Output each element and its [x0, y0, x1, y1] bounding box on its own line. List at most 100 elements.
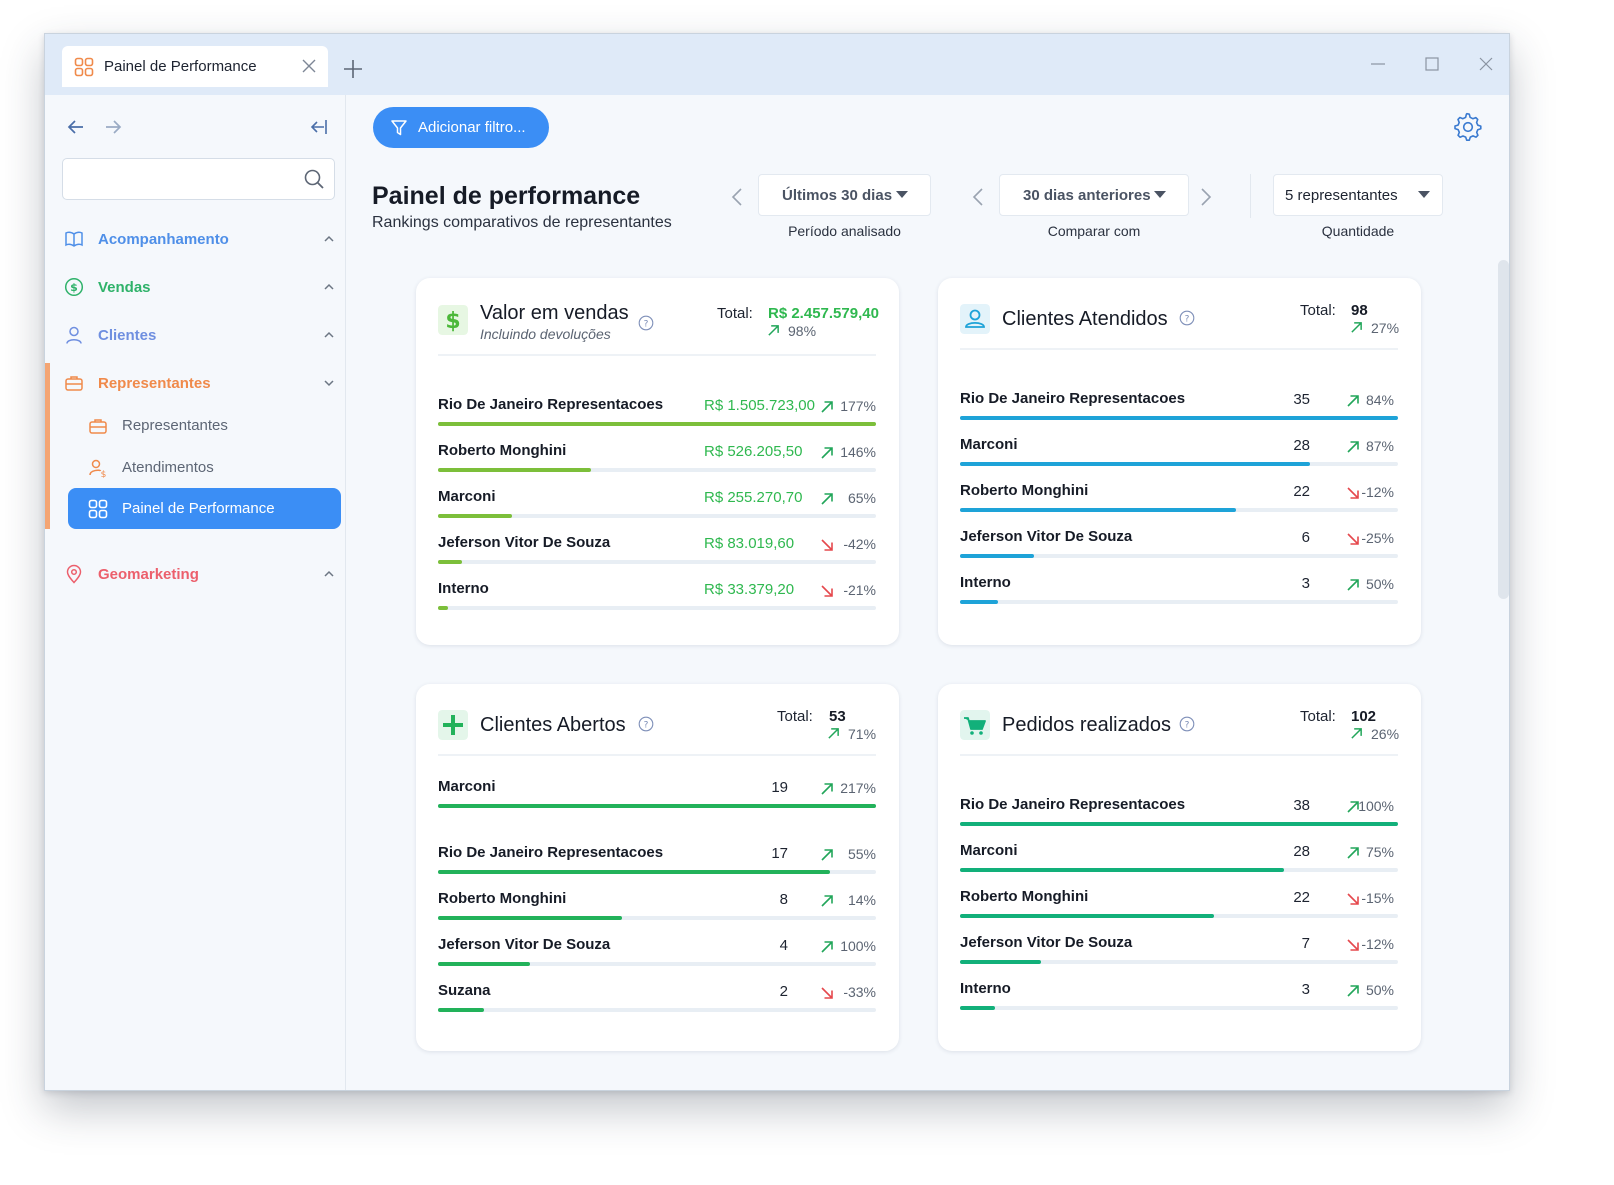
sidebar-subitem-label: Representantes — [122, 417, 228, 434]
card-title: Valor em vendas — [480, 302, 629, 324]
rep-value: 4 — [779, 937, 788, 954]
trend-up-icon — [821, 447, 833, 459]
chevron-up-icon — [324, 235, 334, 242]
collapse-sidebar-icon[interactable] — [308, 117, 328, 137]
vertical-scrollbar[interactable] — [1498, 260, 1509, 599]
title-bar: Painel de Performance — [45, 34, 1509, 95]
sidebar-item-vendas[interactable]: $ Vendas — [45, 267, 346, 307]
rep-value: 22 — [1293, 889, 1310, 906]
help-icon[interactable]: ? — [638, 716, 654, 732]
search-input[interactable] — [63, 159, 283, 199]
svg-text:?: ? — [644, 320, 649, 330]
close-icon[interactable] — [300, 57, 318, 75]
search-icon[interactable] — [303, 168, 325, 190]
sidebar-item-representantes[interactable]: Representantes — [45, 363, 346, 403]
maximize-icon[interactable] — [1422, 54, 1442, 74]
tab-painel-de-performance[interactable]: Painel de Performance — [62, 46, 328, 87]
sidebar-subitem-representantes[interactable]: Representantes — [68, 405, 341, 446]
rep-percent: -42% — [843, 536, 876, 552]
card-title: Pedidos realizados — [1002, 714, 1171, 736]
rep-percent: 177% — [840, 398, 876, 414]
rep-value: 28 — [1293, 843, 1310, 860]
back-arrow-icon[interactable] — [66, 117, 86, 137]
sidebar-item-label: Geomarketing — [98, 565, 199, 583]
quantity-label: Quantidade — [1321, 223, 1395, 239]
progress-fill — [438, 804, 876, 808]
ranking-row: Suzana 2 -33% — [438, 972, 876, 1012]
forward-arrow-icon[interactable] — [103, 117, 123, 137]
gear-icon[interactable] — [1453, 112, 1483, 142]
help-icon[interactable]: ? — [638, 315, 654, 331]
rep-name: Jeferson Vitor De Souza — [960, 528, 1133, 545]
ranking-row: Jeferson Vitor De Souza 7 -12% — [960, 924, 1398, 964]
help-icon[interactable]: ? — [1179, 716, 1195, 732]
trend-up-icon — [1347, 579, 1359, 591]
period-label: Período analisado — [788, 223, 901, 239]
ranking-row: Roberto Monghini 8 14% — [438, 880, 876, 920]
search-field[interactable] — [62, 158, 335, 200]
progress-fill — [960, 416, 1398, 420]
progress-track — [438, 870, 876, 874]
rep-value: 19 — [771, 779, 788, 796]
compare-next-icon[interactable] — [1198, 186, 1214, 208]
tab-title: Painel de Performance — [104, 58, 257, 75]
period-select[interactable]: Últimos 30 dias — [758, 174, 931, 216]
rep-percent: 50% — [1365, 982, 1394, 998]
rep-percent: 65% — [847, 490, 876, 506]
trend-up-icon — [821, 941, 833, 953]
period-previous-icon[interactable] — [729, 186, 745, 208]
svg-text:$: $ — [101, 470, 107, 478]
progress-fill — [960, 508, 1236, 512]
sidebar-item-geomarketing[interactable]: Geomarketing — [45, 554, 346, 594]
rep-name: Rio De Janeiro Representacoes — [438, 844, 664, 861]
sidebar-subitem-label: Painel de Performance — [122, 500, 275, 517]
window-close-icon[interactable] — [1476, 54, 1496, 74]
controls-divider — [1250, 174, 1251, 218]
compare-previous-icon[interactable] — [970, 186, 986, 208]
new-tab-plus-icon[interactable] — [342, 58, 364, 80]
quantity-select[interactable]: 5 representantes — [1273, 174, 1443, 216]
user-icon — [66, 326, 82, 344]
sidebar-subitem-painel-de-performance[interactable]: Painel de Performance — [68, 488, 341, 529]
rep-value: R$ 1.505.723,00 — [704, 397, 815, 414]
minimize-icon[interactable] — [1368, 54, 1388, 74]
help-icon[interactable]: ? — [1179, 310, 1195, 326]
rep-percent: 100% — [840, 938, 876, 954]
trend-up-icon — [1351, 728, 1362, 739]
progress-track — [960, 822, 1398, 826]
ranking-row: Rio De Janeiro Representacoes 38 100% — [960, 766, 1398, 826]
sidebar: Acompanhamento $ Vendas Clientes Represe… — [45, 95, 346, 1090]
sidebar-item-acompanhamento[interactable]: Acompanhamento — [45, 219, 346, 259]
trend-up-icon — [821, 783, 833, 795]
rep-percent: 100% — [1358, 798, 1394, 814]
svg-text:$: $ — [445, 309, 460, 334]
rep-percent: -21% — [843, 582, 876, 598]
progress-fill — [438, 514, 513, 518]
progress-track — [438, 514, 876, 518]
rep-value: R$ 83.019,60 — [704, 535, 795, 552]
card-subtitle: Incluindo devoluções — [480, 326, 611, 342]
rep-value: 7 — [1301, 935, 1310, 952]
user-card-icon — [960, 304, 990, 334]
rep-name: Interno — [438, 580, 489, 597]
ranking-row: Roberto Monghini R$ 526.205,50 146% — [438, 432, 876, 472]
card-title: Clientes Abertos — [480, 714, 626, 736]
trend-up-icon — [821, 401, 833, 413]
sidebar-item-label: Representantes — [98, 374, 211, 392]
rep-name: Roberto Monghini — [438, 442, 567, 459]
total-label: Total: — [1300, 708, 1336, 725]
trend-down-icon — [1347, 939, 1359, 951]
total-percent: 26% — [1371, 726, 1400, 742]
ranking-row: Rio De Janeiro Representacoes 17 55% — [438, 814, 876, 874]
rep-percent: 146% — [840, 444, 876, 460]
add-filter-button[interactable]: Adicionar filtro... — [373, 107, 549, 148]
sidebar-subitem-atendimentos[interactable]: $ Atendimentos — [68, 447, 341, 488]
sidebar-item-clientes[interactable]: Clientes — [45, 315, 346, 355]
progress-fill — [438, 1008, 484, 1012]
rep-percent: 87% — [1365, 438, 1394, 454]
compare-select[interactable]: 30 dias anteriores — [999, 174, 1189, 216]
ranking-row: Marconi R$ 255.270,70 65% — [438, 478, 876, 518]
sidebar-item-label: Acompanhamento — [98, 230, 229, 248]
rep-name: Marconi — [960, 436, 1018, 453]
progress-fill — [438, 916, 622, 920]
